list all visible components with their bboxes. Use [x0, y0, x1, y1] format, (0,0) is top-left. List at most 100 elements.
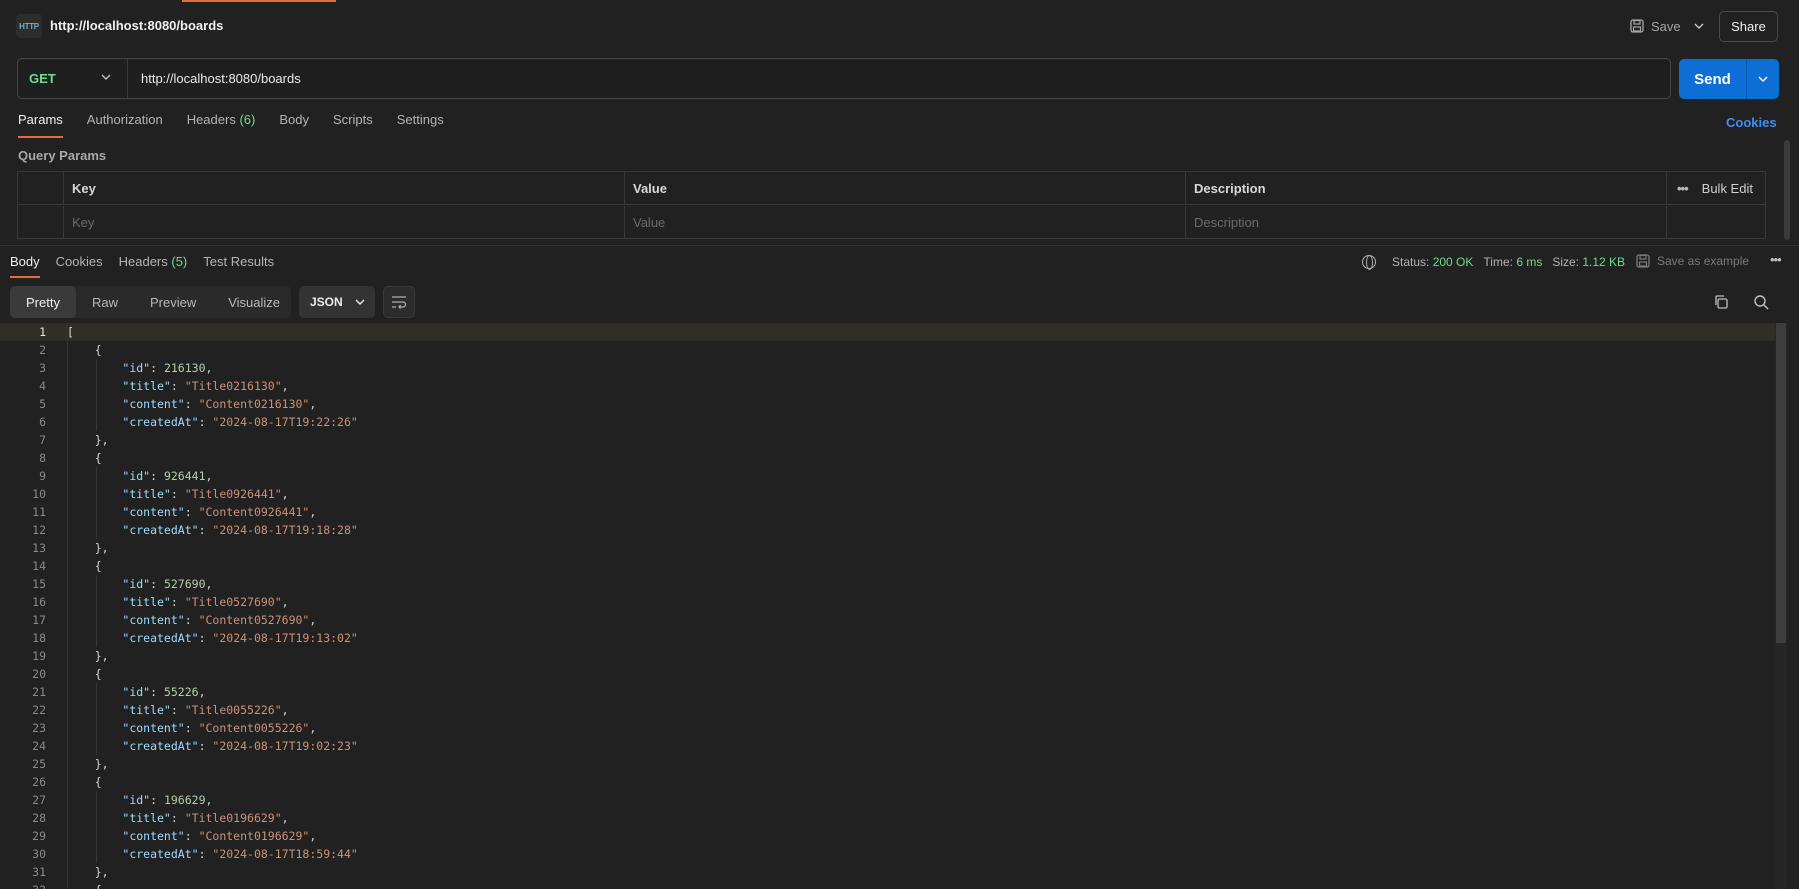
- tab-response-cookies[interactable]: Cookies: [56, 254, 103, 278]
- code-line: 30 "createdAt": "2024-08-17T18:59:44": [0, 845, 1775, 863]
- line-number: 17: [32, 613, 46, 627]
- code-line: 31 },: [0, 863, 1775, 881]
- code-line: 10 "title": "Title0926441",: [0, 485, 1775, 503]
- line-number: 30: [32, 847, 46, 861]
- time-value[interactable]: 6 ms: [1516, 255, 1542, 269]
- code-text: {: [67, 667, 102, 681]
- more-options-icon[interactable]: •••: [1770, 252, 1782, 267]
- code-line: 26 {: [0, 773, 1775, 791]
- checkbox-column: [18, 172, 64, 204]
- code-line: 6 "createdAt": "2024-08-17T19:22:26": [0, 413, 1775, 431]
- bulk-edit-button[interactable]: Bulk Edit: [1702, 181, 1753, 196]
- line-number: 10: [32, 487, 46, 501]
- save-options-chevron-icon[interactable]: [1691, 17, 1707, 35]
- tab-headers[interactable]: Headers (6): [187, 112, 256, 138]
- format-select[interactable]: JSON: [299, 286, 375, 318]
- globe-icon[interactable]: [1362, 255, 1376, 270]
- response-headers-count: (5): [171, 254, 188, 269]
- row-checkbox[interactable]: [18, 206, 64, 239]
- line-number: 26: [32, 775, 46, 789]
- copy-icon[interactable]: [1713, 294, 1729, 310]
- code-text: "content": "Content0216130",: [122, 397, 317, 411]
- send-button[interactable]: Send: [1679, 59, 1746, 99]
- line-number: 15: [32, 577, 46, 591]
- tab-body[interactable]: Body: [279, 112, 309, 138]
- code-text: "title": "Title0216130",: [122, 379, 289, 393]
- query-params-table: Key Value Description ••• Bulk Edit Key …: [17, 171, 1766, 239]
- status-value[interactable]: 200 OK: [1433, 255, 1474, 269]
- view-preview[interactable]: Preview: [134, 286, 212, 318]
- tab-authorization[interactable]: Authorization: [87, 112, 163, 138]
- save-button[interactable]: Save: [1630, 15, 1681, 37]
- tab-response-headers[interactable]: Headers (5): [119, 254, 188, 278]
- tab-test-results[interactable]: Test Results: [203, 254, 274, 278]
- code-line: 11 "content": "Content0926441",: [0, 503, 1775, 521]
- share-button[interactable]: Share: [1719, 11, 1778, 42]
- description-input[interactable]: Description: [1186, 206, 1667, 239]
- code-text: "content": "Content0926441",: [122, 505, 317, 519]
- save-as-example-button[interactable]: Save as example: [1636, 254, 1749, 268]
- code-line: 17 "content": "Content0527690",: [0, 611, 1775, 629]
- line-number: 4: [39, 379, 46, 393]
- table-row: Key Value Description: [18, 206, 1765, 239]
- code-line: 25 },: [0, 755, 1775, 773]
- size-value[interactable]: 1.12 KB: [1582, 255, 1625, 269]
- line-number: 25: [32, 757, 46, 771]
- code-text: "id": 216130,: [122, 361, 213, 375]
- tab-scripts[interactable]: Scripts: [333, 112, 373, 138]
- size-label: Size: 1.12 KB: [1552, 255, 1626, 269]
- send-options-chevron-icon[interactable]: [1747, 59, 1779, 99]
- request-tabs: Params Authorization Headers (6) Body Sc…: [18, 112, 468, 138]
- code-text: [: [67, 325, 74, 339]
- request-title[interactable]: http://localhost:8080/boards: [50, 18, 223, 33]
- indent-guide: [96, 683, 97, 755]
- line-number: 28: [32, 811, 46, 825]
- code-text: "createdAt": "2024-08-17T19:18:28": [122, 523, 358, 537]
- code-text: {: [67, 343, 102, 357]
- value-input[interactable]: Value: [625, 206, 1186, 239]
- http-request-icon: HTTP: [16, 14, 42, 38]
- line-number: 29: [32, 829, 46, 843]
- line-number: 6: [39, 415, 46, 429]
- indent-guide: [67, 338, 68, 889]
- code-line: 8 {: [0, 449, 1775, 467]
- view-pretty[interactable]: Pretty: [10, 286, 76, 318]
- code-line: 2 {: [0, 341, 1775, 359]
- request-header: HTTP http://localhost:8080/boards Save S…: [0, 0, 1799, 52]
- tab-settings[interactable]: Settings: [397, 112, 444, 138]
- code-text: "content": "Content0527690",: [122, 613, 317, 627]
- key-input[interactable]: Key: [64, 206, 625, 239]
- view-visualize[interactable]: Visualize: [212, 286, 296, 318]
- time-label: Time: 6 ms: [1483, 255, 1543, 269]
- indent-guide: [96, 467, 97, 539]
- tab-params[interactable]: Params: [18, 112, 63, 138]
- code-line: 14 {: [0, 557, 1775, 575]
- line-number: 2: [39, 343, 46, 357]
- search-icon[interactable]: [1753, 294, 1769, 310]
- view-mode-group: Pretty Raw Preview Visualize: [10, 286, 291, 318]
- view-raw[interactable]: Raw: [76, 286, 134, 318]
- method-select[interactable]: GET: [18, 59, 128, 98]
- code-text: "content": "Content0055226",: [122, 721, 317, 735]
- editor-scrollbar-thumb[interactable]: [1776, 323, 1786, 643]
- code-text: "id": 196629,: [122, 793, 213, 807]
- save-label: Save: [1651, 18, 1681, 34]
- request-scrollbar[interactable]: [1784, 140, 1790, 240]
- response-body-editor[interactable]: 1[2 {3 "id": 216130, 4 "title": "Title021…: [0, 323, 1775, 889]
- cookies-link[interactable]: Cookies: [1726, 115, 1777, 130]
- code-text: },: [67, 649, 109, 663]
- pane-divider[interactable]: [0, 245, 1799, 246]
- code-line: 13 },: [0, 539, 1775, 557]
- tab-response-body[interactable]: Body: [10, 254, 40, 278]
- format-label: JSON: [310, 295, 343, 309]
- line-number: 11: [32, 505, 46, 519]
- code-text: "title": "Title0527690",: [122, 595, 289, 609]
- url-input[interactable]: [128, 59, 1670, 98]
- code-line: 1[: [0, 323, 1775, 341]
- more-options-icon[interactable]: •••: [1677, 181, 1689, 196]
- status-label: Status: 200 OK: [1392, 255, 1474, 269]
- code-text: },: [67, 757, 109, 771]
- line-number: 9: [39, 469, 46, 483]
- code-line: 27 "id": 196629,: [0, 791, 1775, 809]
- wrap-lines-button[interactable]: [383, 286, 415, 318]
